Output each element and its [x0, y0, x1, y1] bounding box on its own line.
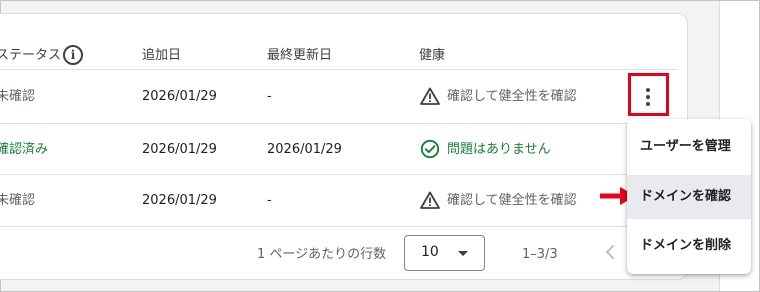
pagination-range: 1–3/3: [522, 247, 558, 262]
row-actions-menu: ユーザーを管理 ドメインを確認 ドメインを削除: [627, 119, 751, 274]
header-added-date[interactable]: 追加日: [142, 47, 181, 65]
menu-item-manage-users[interactable]: ユーザーを管理: [627, 125, 751, 169]
header-last-updated[interactable]: 最終更新日: [267, 47, 332, 65]
rows-per-page-select[interactable]: 10: [404, 235, 485, 271]
info-icon[interactable]: i: [63, 45, 83, 65]
warning-icon: [420, 87, 440, 105]
header-status[interactable]: ステータス: [0, 47, 61, 65]
row-last-updated: -: [267, 193, 272, 208]
dropdown-caret-icon: [458, 251, 468, 256]
menu-item-delete-domain[interactable]: ドメインを削除: [627, 224, 751, 268]
row-health-text: 確認して健全性を確認: [447, 193, 577, 208]
chevron-left-icon[interactable]: [604, 244, 616, 260]
warning-icon: [420, 191, 440, 209]
row-status: 確認済み: [0, 142, 49, 157]
footer-divider: [0, 226, 678, 227]
row-divider: [0, 123, 678, 124]
rows-per-page-value: 10: [421, 244, 439, 260]
header-divider: [0, 69, 678, 70]
more-actions-button[interactable]: [628, 73, 669, 116]
row-status: 未確認: [0, 89, 36, 104]
row-divider: [0, 174, 678, 175]
row-last-updated: 2026/01/29: [267, 142, 342, 157]
row-added-date: 2026/01/29: [142, 142, 217, 157]
row-added-date: 2026/01/29: [142, 89, 217, 104]
header-health[interactable]: 健康: [419, 47, 445, 65]
row-added-date: 2026/01/29: [142, 193, 217, 208]
row-health-text: 問題はありません: [447, 142, 551, 157]
rows-per-page-label: 1 ページあたりの行数: [257, 247, 387, 262]
check-circle-icon: [420, 139, 440, 159]
menu-item-verify-domain[interactable]: ドメインを確認: [627, 175, 751, 219]
row-last-updated: -: [267, 89, 272, 104]
row-status: 未確認: [0, 193, 36, 208]
more-vert-icon: [646, 88, 651, 106]
row-health-text: 確認して健全性を確認: [447, 89, 577, 104]
domains-table-card: ステータス i 追加日 最終更新日 健康 未確認 2026/01/29 - 確認…: [0, 13, 688, 280]
